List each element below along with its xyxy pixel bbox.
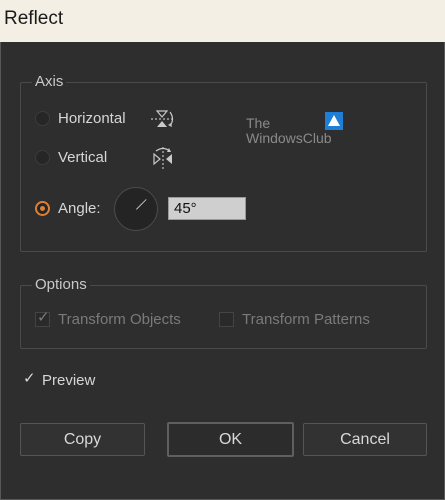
reflect-horizontal-icon: [151, 110, 175, 127]
copy-button[interactable]: Copy: [20, 423, 145, 456]
title-bar: Reflect: [0, 0, 445, 42]
angle-radio-option[interactable]: Angle:: [35, 200, 101, 217]
horizontal-radio[interactable]: [35, 111, 50, 126]
reflect-vertical-icon: [153, 147, 172, 169]
watermark-line-1: The: [246, 115, 271, 131]
transform-patterns-option[interactable]: Transform Patterns: [219, 311, 370, 328]
preview-checkbox[interactable]: ✓: [21, 370, 36, 388]
horizontal-label: Horizontal: [58, 110, 126, 127]
vertical-radio[interactable]: [35, 150, 50, 165]
transform-objects-option[interactable]: ✓ Transform Objects: [35, 309, 181, 328]
reflect-dialog-body: Axis Horizontal Vertical Angle: 45° The …: [0, 42, 445, 500]
window-title: Reflect: [4, 8, 64, 29]
preview-option[interactable]: ✓ Preview: [21, 370, 96, 389]
axis-group: Axis Horizontal Vertical Angle:: [20, 74, 427, 252]
ok-button[interactable]: OK: [167, 422, 294, 457]
vertical-label: Vertical: [58, 149, 108, 166]
cancel-button[interactable]: Cancel: [303, 423, 427, 456]
options-group: Options ✓ Transform Objects Transform Pa…: [20, 277, 427, 349]
vertical-radio-option[interactable]: Vertical: [35, 149, 107, 166]
watermark-line-2: WindowsClub: [246, 130, 332, 146]
angle-label: Angle:: [58, 200, 101, 217]
transform-objects-label: Transform Objects: [58, 311, 181, 328]
transform-patterns-label: Transform Patterns: [242, 311, 370, 328]
watermark-logo-icon: [325, 112, 343, 130]
transform-objects-checkbox[interactable]: ✓: [35, 309, 50, 327]
preview-label: Preview: [42, 372, 96, 389]
transform-patterns-checkbox[interactable]: [219, 312, 234, 327]
watermark-text: The WindowsClub: [246, 116, 332, 146]
angle-dial-needle: [136, 199, 147, 210]
angle-input[interactable]: [168, 197, 246, 220]
options-legend: Options: [32, 277, 90, 293]
horizontal-radio-option[interactable]: Horizontal: [35, 110, 126, 127]
axis-legend: Axis: [32, 74, 67, 90]
angle-radio[interactable]: [35, 201, 50, 216]
angle-dial[interactable]: [114, 187, 158, 231]
checkmark-icon: ✓: [37, 309, 50, 326]
checkmark-icon: ✓: [23, 370, 36, 387]
